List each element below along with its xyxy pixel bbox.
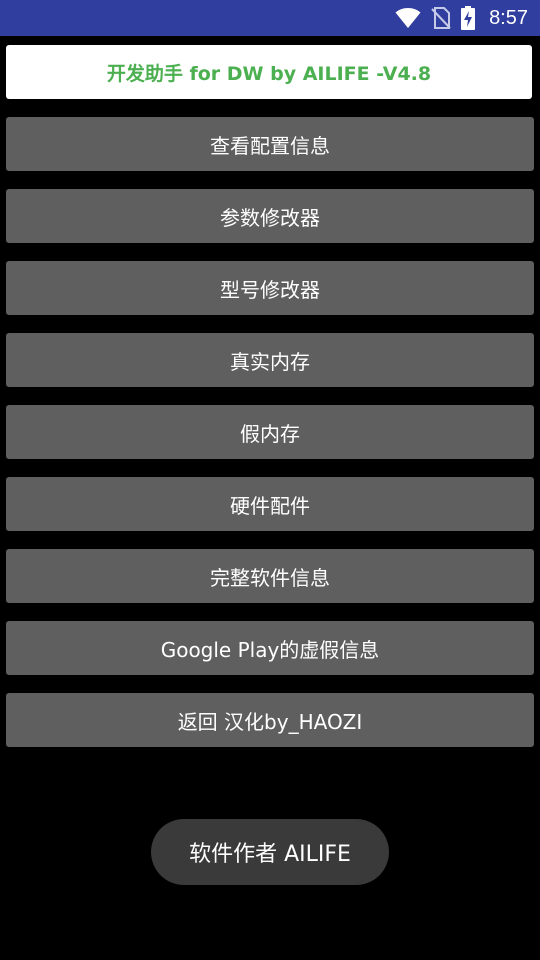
hardware-accessories-button[interactable]: 硬件配件 [6,477,534,531]
author-toast: 软件作者 AILIFE [151,819,389,885]
google-play-fake-info-button[interactable]: Google Play的虚假信息 [6,621,534,675]
status-bar: 8:57 [0,0,540,36]
wifi-icon [395,7,421,29]
full-software-info-button[interactable]: 完整软件信息 [6,549,534,603]
view-config-info-button[interactable]: 查看配置信息 [6,117,534,171]
parameter-modifier-button[interactable]: 参数修改器 [6,189,534,243]
back-button[interactable]: 返回 汉化by_HAOZI [6,693,534,747]
battery-charging-icon [461,6,476,30]
model-modifier-button[interactable]: 型号修改器 [6,261,534,315]
menu-list: 查看配置信息 参数修改器 型号修改器 真实内存 假内存 硬件配件 完整软件信息 … [6,117,534,765]
app-title-bar: 开发助手 for DW by AILIFE -V4.8 [6,45,532,99]
no-sim-icon [431,7,451,29]
real-memory-button[interactable]: 真实内存 [6,333,534,387]
fake-memory-button[interactable]: 假内存 [6,405,534,459]
app-title: 开发助手 for DW by AILIFE -V4.8 [106,62,432,85]
status-icons: 8:57 [395,0,528,36]
status-time: 8:57 [489,6,528,29]
